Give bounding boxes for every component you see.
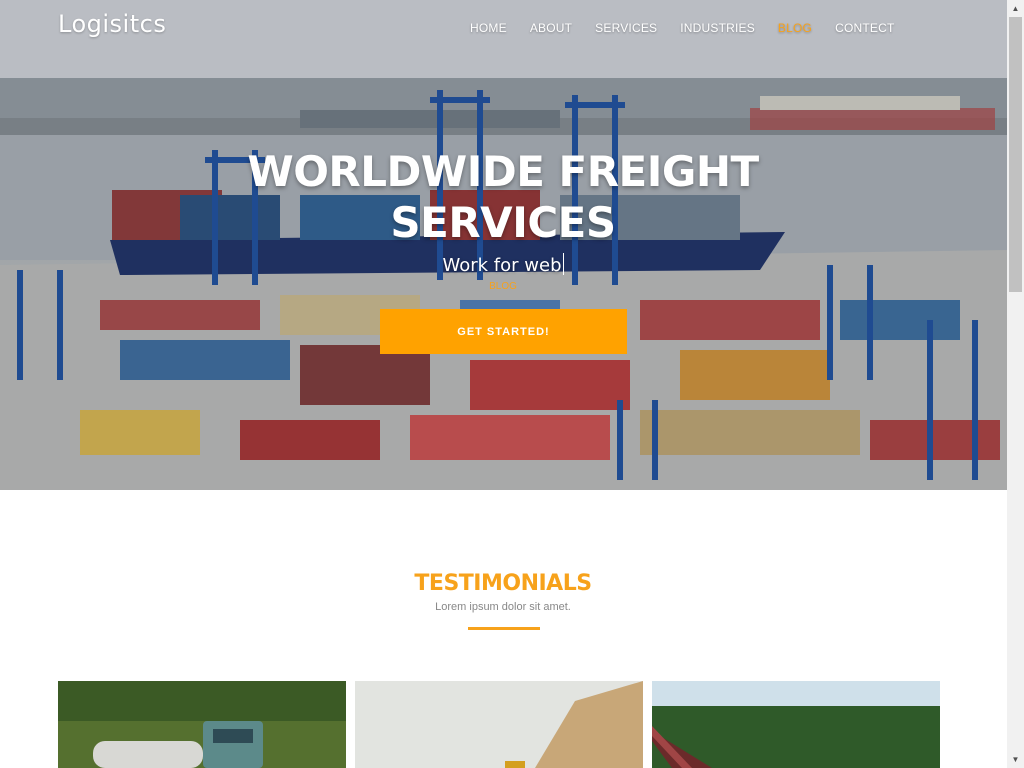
scroll-down-icon[interactable]: ▼ xyxy=(1007,751,1024,768)
nav-home[interactable]: HOME xyxy=(470,21,507,35)
nav-industries[interactable]: INDUSTRIES xyxy=(680,21,755,35)
testimonials-subtitle: Lorem ipsum dolor sit amet. xyxy=(435,601,571,613)
hero-headline-line2: SERVICES xyxy=(390,198,616,247)
nav-contect[interactable]: CONTECT xyxy=(835,21,894,35)
typed-subtitle: Work for web xyxy=(403,253,603,276)
construction-site-image xyxy=(355,681,643,768)
main-navigation: HOME ABOUT SERVICES INDUSTRIES BLOG CONT… xyxy=(470,21,917,35)
testimonial-card-construction[interactable] xyxy=(355,681,643,768)
scrollbar-thumb[interactable] xyxy=(1009,17,1022,292)
tanker-truck-image xyxy=(58,681,346,768)
section-divider xyxy=(468,627,540,630)
nav-about[interactable]: ABOUT xyxy=(530,21,572,35)
hero-headline-line1: WORLDWIDE FREIGHT xyxy=(247,147,759,196)
nav-services[interactable]: SERVICES xyxy=(595,21,657,35)
page-scrollbar[interactable]: ▲ ▼ xyxy=(1007,0,1024,768)
site-logo[interactable]: Logisitcs xyxy=(58,10,166,38)
forest-train-image xyxy=(652,681,940,768)
testimonial-card-train[interactable] xyxy=(652,681,940,768)
hero-headline: WORLDWIDE FREIGHT SERVICES xyxy=(230,146,776,248)
nav-blog[interactable]: BLOG xyxy=(778,21,812,35)
typed-text: Work for web xyxy=(442,255,562,276)
typing-caret xyxy=(562,253,564,275)
hero-section: Logisitcs HOME ABOUT SERVICES INDUSTRIES… xyxy=(0,0,1007,490)
scroll-up-icon[interactable]: ▲ xyxy=(1007,0,1024,17)
testimonials-title: TESTIMONIALS xyxy=(414,571,592,596)
breadcrumb[interactable]: BLOG xyxy=(453,281,553,292)
testimonial-card-truck[interactable] xyxy=(58,681,346,768)
get-started-button[interactable]: GET STARTED! xyxy=(380,309,627,354)
